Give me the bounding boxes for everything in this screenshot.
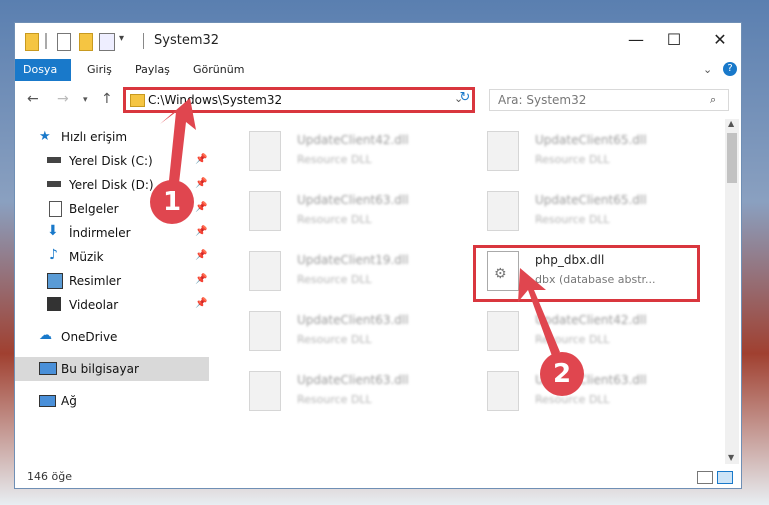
- callout-1: 1: [150, 180, 194, 224]
- annotation-arrows: [160, 98, 560, 356]
- arrow-2: [518, 268, 560, 356]
- callout-2: 2: [540, 352, 584, 396]
- arrow-1: [160, 98, 196, 192]
